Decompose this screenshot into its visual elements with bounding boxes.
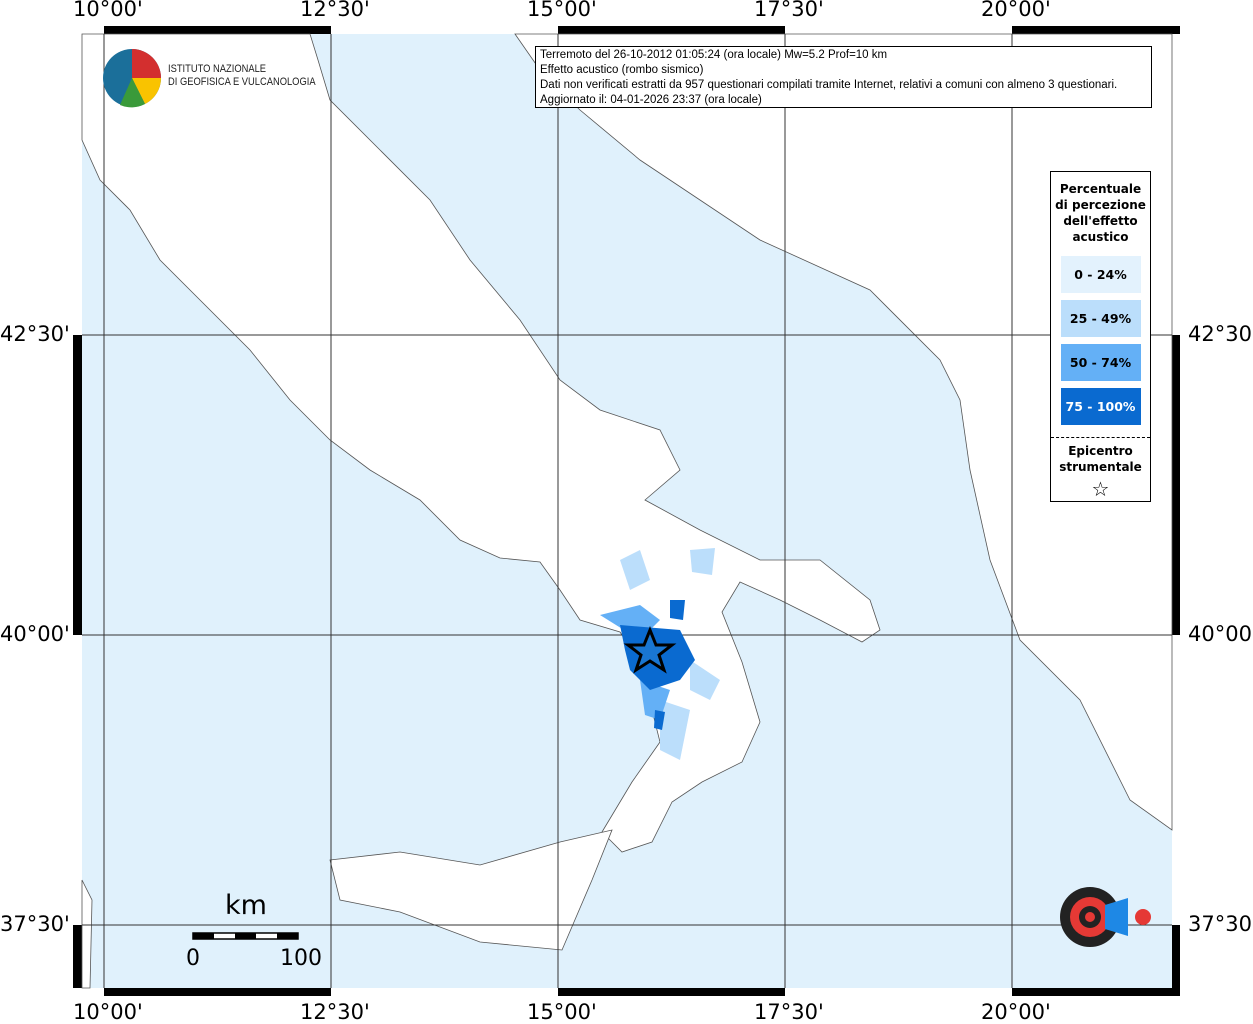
bottom-tick: 20°00': [981, 1000, 1051, 1024]
legend-title-line: dell'effetto: [1063, 214, 1138, 228]
ingv-logo: [103, 49, 162, 108]
legend-divider: [1051, 437, 1150, 438]
bottom-tick: 17°30': [754, 1000, 824, 1024]
legend-title-line: acustico: [1072, 230, 1129, 244]
scale-end: 100: [280, 946, 322, 971]
star-icon: ☆: [1091, 477, 1110, 501]
updated-line: Aggiornato il: 04-01-2026 23:37 (ora loc…: [540, 94, 762, 106]
effect-line: Effetto acustico (rombo sismico): [540, 64, 704, 76]
legend-title-line: di percezione: [1055, 198, 1146, 212]
ingv-logo-text: ISTITUTO NAZIONALE DI GEOFISICA E VULCAN…: [168, 63, 316, 89]
epicenter-label: strumentale: [1059, 460, 1142, 474]
event-info-box: Terremoto del 26-10-2012 01:05:24 (ora l…: [535, 46, 1152, 108]
data-note-line: Dati non verificati estratti da 957 ques…: [540, 79, 1118, 91]
ingv-line: DI GEOFISICA E VULCANOLOGIA: [168, 76, 316, 88]
scale-start: 0: [186, 946, 200, 971]
right-tick: 42°30': [1188, 322, 1253, 346]
top-tick: 12°30': [300, 0, 370, 21]
legend-class-50-74: 50 - 74%: [1060, 344, 1141, 381]
legend-epicenter: Epicentro strumentale: [1051, 443, 1150, 475]
left-tick: 40°00': [0, 622, 70, 646]
right-tick: 37°30': [1188, 912, 1253, 936]
top-tick: 20°00': [981, 0, 1051, 21]
event-line: Terremoto del 26-10-2012 01:05:24 (ora l…: [540, 49, 888, 61]
legend: Percentuale di percezione dell'effetto a…: [1050, 171, 1151, 502]
top-tick: 15°00': [527, 0, 597, 21]
epicenter-label: Epicentro: [1068, 444, 1133, 458]
scale-unit: km: [225, 890, 267, 921]
bottom-tick: 12°30': [300, 1000, 370, 1024]
top-tick: 10°00': [73, 0, 143, 21]
ingv-line: ISTITUTO NAZIONALE: [168, 63, 267, 75]
top-tick: 17°30': [754, 0, 824, 21]
bottom-tick: 10°00': [73, 1000, 143, 1024]
left-tick: 37°30': [0, 912, 70, 936]
bottom-tick: 15°00': [527, 1000, 597, 1024]
sardinia: [81, 879, 93, 989]
intensity-map: [73, 26, 1180, 996]
scale-bar: [192, 932, 299, 940]
legend-class-75-100: 75 - 100%: [1060, 388, 1141, 425]
left-tick: 42°30': [0, 322, 70, 346]
right-tick: 40°00': [1188, 622, 1253, 646]
legend-class-0-24: 0 - 24%: [1060, 256, 1141, 293]
legend-title: Percentuale di percezione dell'effetto a…: [1051, 181, 1150, 245]
legend-title-line: Percentuale: [1059, 182, 1142, 196]
legend-class-25-49: 25 - 49%: [1060, 300, 1141, 337]
